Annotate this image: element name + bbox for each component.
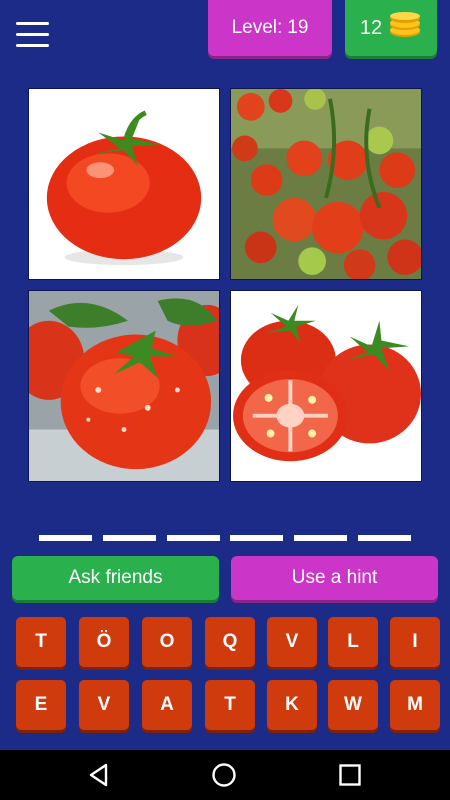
letter-key[interactable]: L [328, 617, 378, 667]
coin-stack-icon [388, 12, 422, 44]
letter-key[interactable]: Ö [79, 617, 129, 667]
answer-slot[interactable] [358, 535, 411, 541]
letter-key[interactable]: V [79, 680, 129, 730]
puzzle-image-3[interactable] [28, 290, 220, 482]
puzzle-image-1[interactable] [28, 88, 220, 280]
system-navbar [0, 750, 450, 800]
letter-key[interactable]: T [16, 617, 66, 667]
ask-friends-button[interactable]: Ask friends [12, 556, 219, 600]
letter-key[interactable]: E [16, 680, 66, 730]
home-circle-icon[interactable] [211, 762, 237, 788]
letter-key[interactable]: M [390, 680, 440, 730]
coins-button[interactable]: 12 [345, 0, 437, 56]
answer-slot[interactable] [167, 535, 220, 541]
letter-key[interactable]: I [390, 617, 440, 667]
level-value: 19 [287, 17, 309, 38]
answer-slot[interactable] [103, 535, 156, 541]
level-label: Level: [231, 17, 283, 38]
letter-key[interactable]: W [328, 680, 378, 730]
coin-count: 12 [359, 16, 383, 39]
answer-slot[interactable] [294, 535, 347, 541]
letter-key[interactable]: K [267, 680, 317, 730]
answer-slot[interactable] [39, 535, 92, 541]
letter-key[interactable]: V [267, 617, 317, 667]
back-triangle-icon[interactable] [86, 762, 112, 788]
recents-square-icon[interactable] [337, 762, 363, 788]
letter-key[interactable]: O [142, 617, 192, 667]
puzzle-image-2[interactable] [230, 88, 422, 280]
menu-icon[interactable] [16, 22, 50, 48]
letter-key[interactable]: Q [205, 617, 255, 667]
level-badge: Level: 19 [208, 0, 332, 56]
answer-slot[interactable] [230, 535, 283, 541]
letter-key[interactable]: T [205, 680, 255, 730]
letter-key[interactable]: A [142, 680, 192, 730]
use-hint-button[interactable]: Use a hint [231, 556, 438, 600]
puzzle-image-4[interactable] [230, 290, 422, 482]
